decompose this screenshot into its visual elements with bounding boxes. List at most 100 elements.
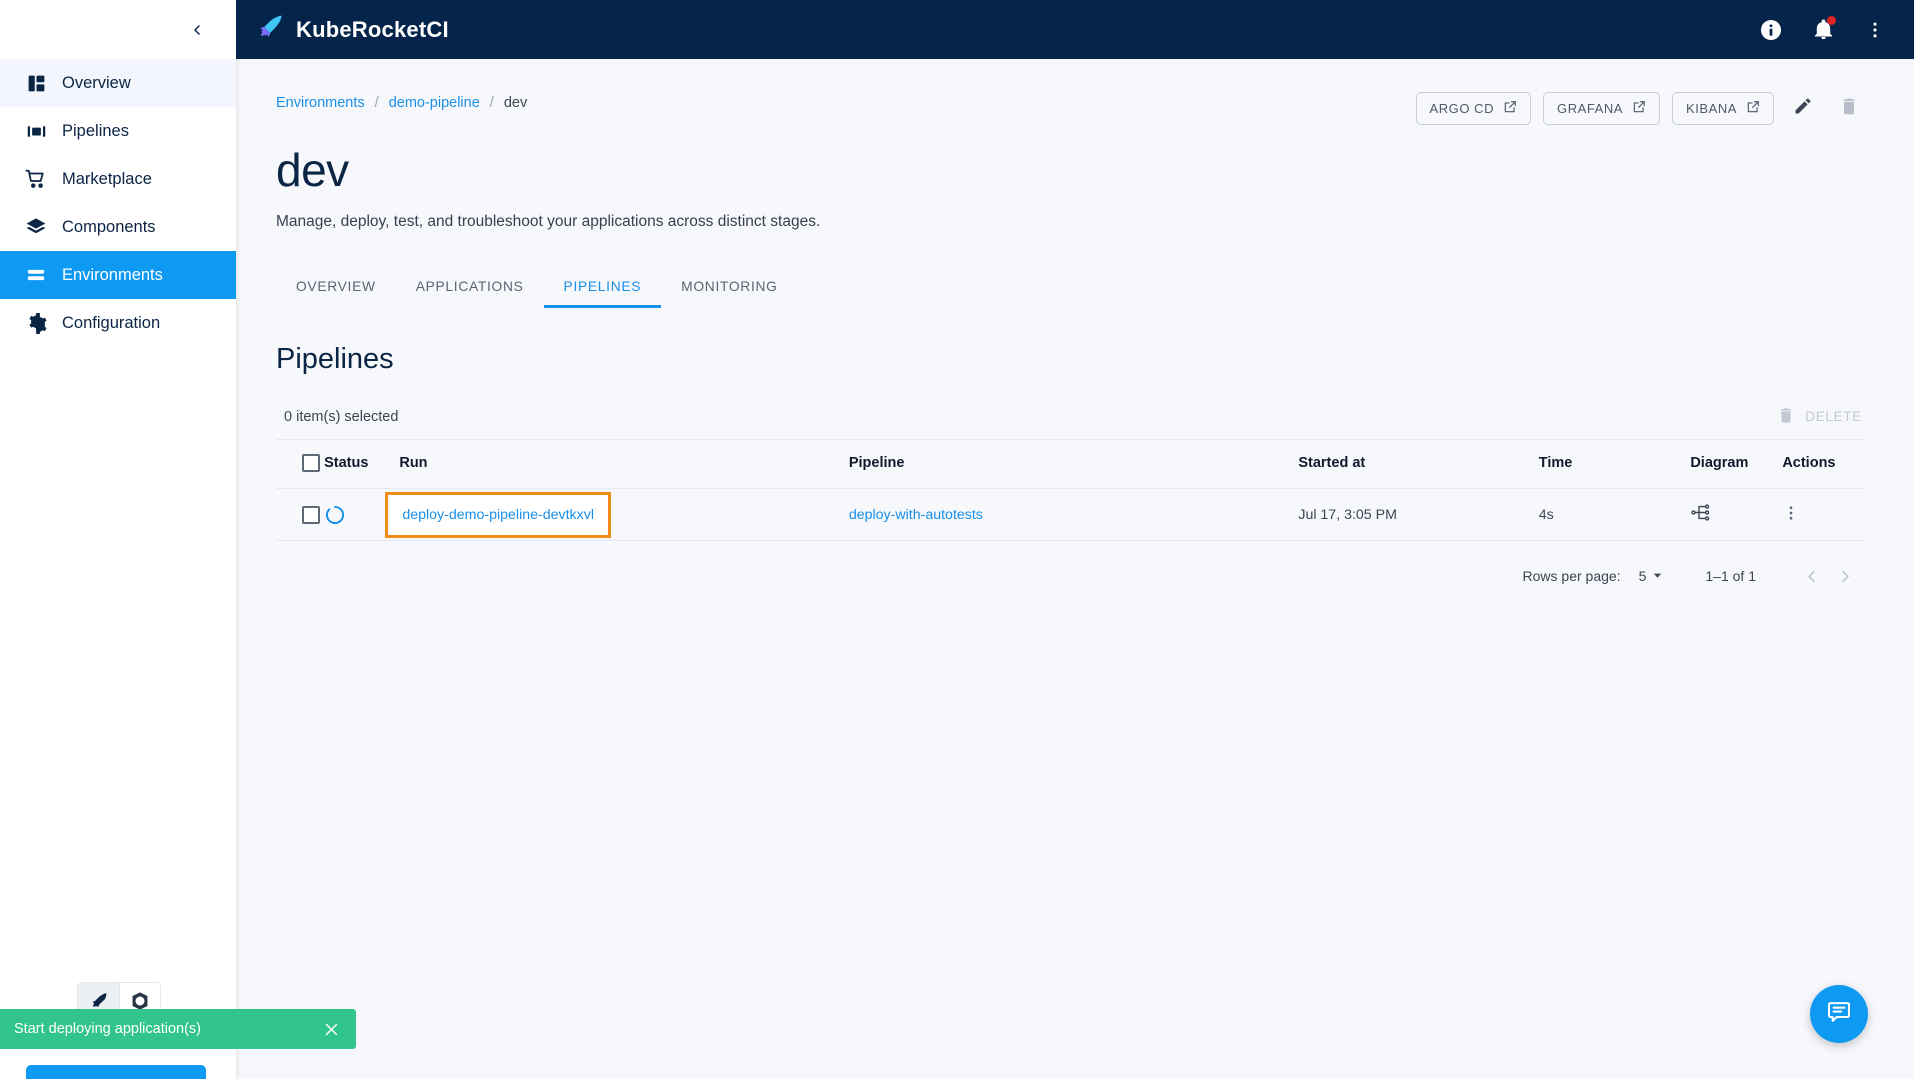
top-bar: KubeRocketCI xyxy=(236,0,1914,59)
toast-message: Start deploying application(s) xyxy=(14,1021,318,1037)
column-started-at: Started at xyxy=(1298,440,1538,489)
pipeline-name-link[interactable]: deploy-with-autotests xyxy=(849,507,983,523)
breadcrumb: Environments / demo-pipeline / dev xyxy=(276,95,527,111)
column-status: Status xyxy=(324,440,399,489)
breadcrumb-separator: / xyxy=(375,95,379,111)
selected-count-label: 0 item(s) selected xyxy=(284,409,398,425)
column-pipeline: Pipeline xyxy=(849,440,1299,489)
row-started-at: Jul 17, 3:05 PM xyxy=(1298,489,1538,541)
sidebar-nav: Overview Pipelines Marketplace Component… xyxy=(0,59,236,347)
kibana-label: KIBANA xyxy=(1686,101,1737,116)
page-subtitle: Manage, deploy, test, and troubleshoot y… xyxy=(276,213,1866,231)
external-link-icon xyxy=(1746,100,1760,117)
prev-page-button[interactable] xyxy=(1794,559,1828,593)
spinner-icon xyxy=(324,504,346,526)
pipelines-table: Status Run Pipeline Started at Time Diag… xyxy=(276,439,1866,541)
main-area: KubeRocketCI Environments xyxy=(236,0,1914,1079)
row-select-cell xyxy=(276,489,324,541)
breadcrumb-item-dev: dev xyxy=(504,95,527,111)
external-link-icon xyxy=(1632,100,1646,117)
cart-icon xyxy=(10,168,62,190)
sidebar-item-label: Components xyxy=(62,219,156,236)
next-page-button[interactable] xyxy=(1828,559,1862,593)
sidebar-collapse-button[interactable] xyxy=(182,15,212,45)
info-icon[interactable] xyxy=(1756,15,1786,45)
select-all-checkbox[interactable] xyxy=(302,454,320,472)
dashboard-icon xyxy=(10,73,62,94)
bulk-delete-button[interactable]: DELETE xyxy=(1777,406,1866,427)
header-actions: ARGO CD GRAFANA KIBANA xyxy=(1416,91,1867,125)
delete-button[interactable] xyxy=(1832,91,1866,125)
pagination-range: 1–1 of 1 xyxy=(1705,568,1756,584)
table-body: deploy-demo-pipeline-devtkxvl deploy-wit… xyxy=(276,489,1866,541)
sidebar-item-label: Overview xyxy=(62,75,131,92)
chevron-down-icon xyxy=(1652,568,1663,584)
breadcrumb-item-demo-pipeline[interactable]: demo-pipeline xyxy=(389,95,480,111)
table-toolbar: 0 item(s) selected DELETE xyxy=(276,406,1866,439)
sidebar-header xyxy=(0,0,236,59)
pipelines-icon xyxy=(10,121,62,142)
rocket-quill-icon xyxy=(256,13,284,46)
layers-icon xyxy=(10,216,62,238)
row-checkbox[interactable] xyxy=(302,506,320,524)
chevron-left-icon xyxy=(189,22,205,38)
tab-monitoring[interactable]: MONITORING xyxy=(661,267,797,308)
column-actions: Actions xyxy=(1782,440,1866,489)
tree-diagram-icon[interactable] xyxy=(1690,511,1711,527)
row-time: 4s xyxy=(1539,489,1691,541)
sidebar-item-pipelines[interactable]: Pipelines xyxy=(0,107,236,155)
sidebar-item-label: Pipelines xyxy=(62,123,129,140)
kibana-button[interactable]: KIBANA xyxy=(1672,92,1774,125)
section-title: Pipelines xyxy=(276,343,1866,376)
tab-bar: OVERVIEW APPLICATIONS PIPELINES MONITORI… xyxy=(276,267,1866,309)
stack-bars-icon xyxy=(10,264,62,286)
sidebar-item-label: Marketplace xyxy=(62,171,152,188)
sidebar-item-overview[interactable]: Overview xyxy=(0,59,236,107)
tab-pipelines[interactable]: PIPELINES xyxy=(544,267,662,308)
chat-fab-button[interactable] xyxy=(1810,985,1868,1043)
table-head: Status Run Pipeline Started at Time Diag… xyxy=(276,440,1866,489)
sidebar-item-label: Environments xyxy=(62,267,163,284)
tab-applications[interactable]: APPLICATIONS xyxy=(396,267,544,308)
close-icon[interactable] xyxy=(318,1016,344,1042)
more-vertical-icon[interactable] xyxy=(1782,510,1800,526)
toast-notification: Start deploying application(s) xyxy=(0,1009,356,1049)
rows-per-page-select[interactable]: 5 xyxy=(1639,568,1664,584)
row-pipeline-cell: deploy-with-autotests xyxy=(849,489,1299,541)
run-name-highlight: deploy-demo-pipeline-devtkxvl xyxy=(385,492,611,538)
bottom-progress-bar xyxy=(26,1065,206,1079)
tab-overview[interactable]: OVERVIEW xyxy=(276,267,396,308)
run-name-link[interactable]: deploy-demo-pipeline-devtkxvl xyxy=(402,507,594,523)
sidebar-item-marketplace[interactable]: Marketplace xyxy=(0,155,236,203)
grafana-button[interactable]: GRAFANA xyxy=(1543,92,1660,125)
edit-button[interactable] xyxy=(1786,91,1820,125)
pagination: Rows per page: 5 1–1 of 1 xyxy=(276,541,1866,593)
bulk-delete-label: DELETE xyxy=(1805,409,1862,424)
grafana-label: GRAFANA xyxy=(1557,101,1623,116)
breadcrumb-item-environments[interactable]: Environments xyxy=(276,95,365,111)
sidebar-item-environments[interactable]: Environments xyxy=(0,251,236,299)
topbar-actions xyxy=(1756,15,1890,45)
column-run: Run xyxy=(399,440,849,489)
pencil-icon xyxy=(1793,96,1813,121)
rows-per-page-label: Rows per page: xyxy=(1523,568,1621,584)
trash-icon xyxy=(1777,406,1795,427)
row-actions-cell xyxy=(1782,489,1866,541)
rows-per-page-value: 5 xyxy=(1639,568,1647,584)
page-title: dev xyxy=(276,143,1866,197)
sidebar-item-components[interactable]: Components xyxy=(0,203,236,251)
more-vertical-icon[interactable] xyxy=(1860,15,1890,45)
chat-icon xyxy=(1826,999,1852,1030)
brand[interactable]: KubeRocketCI xyxy=(256,13,449,46)
argo-cd-button[interactable]: ARGO CD xyxy=(1416,92,1532,125)
bell-icon[interactable] xyxy=(1808,15,1838,45)
sidebar-item-label: Configuration xyxy=(62,315,160,332)
table-row: deploy-demo-pipeline-devtkxvl deploy-wit… xyxy=(276,489,1866,541)
content-area: Environments / demo-pipeline / dev ARGO … xyxy=(236,59,1914,1079)
gear-icon xyxy=(10,313,62,334)
notification-badge xyxy=(1827,16,1836,25)
column-diagram: Diagram xyxy=(1690,440,1782,489)
select-all-header xyxy=(276,440,324,489)
sidebar-item-configuration[interactable]: Configuration xyxy=(0,299,236,347)
column-time: Time xyxy=(1539,440,1691,489)
